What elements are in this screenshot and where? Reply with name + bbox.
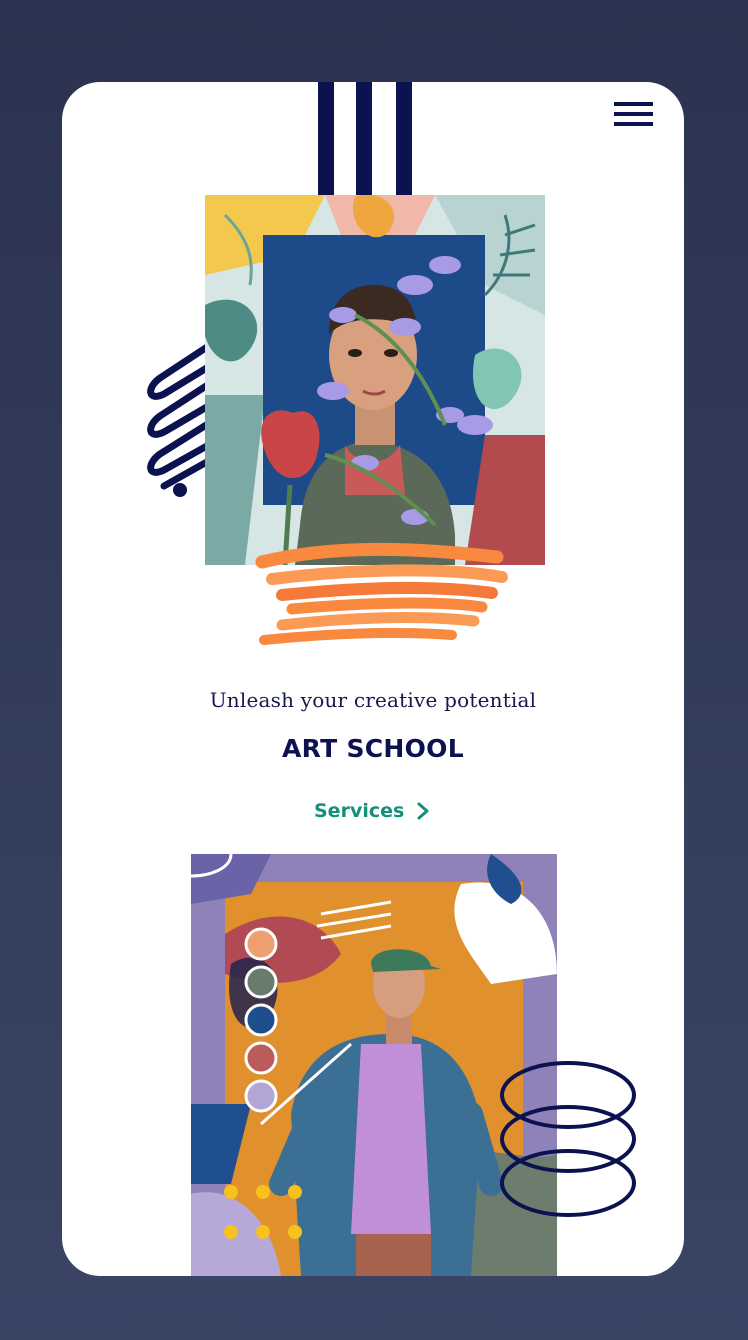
page-title: ART SCHOOL	[282, 734, 464, 763]
decorative-stripes	[318, 82, 414, 195]
orange-scribble-decoration	[255, 542, 508, 645]
services-link-label: Services	[314, 800, 405, 822]
hamburger-menu-icon[interactable]	[614, 102, 654, 128]
hero-portrait-image	[205, 195, 545, 565]
chevron-right-icon	[417, 802, 429, 820]
services-link[interactable]: Services	[314, 795, 430, 827]
rings-decoration	[500, 1061, 636, 1217]
hero-tagline: Unleash your creative potential	[209, 688, 537, 712]
app-card: Unleash your creative potential ART SCHO…	[62, 82, 684, 1276]
